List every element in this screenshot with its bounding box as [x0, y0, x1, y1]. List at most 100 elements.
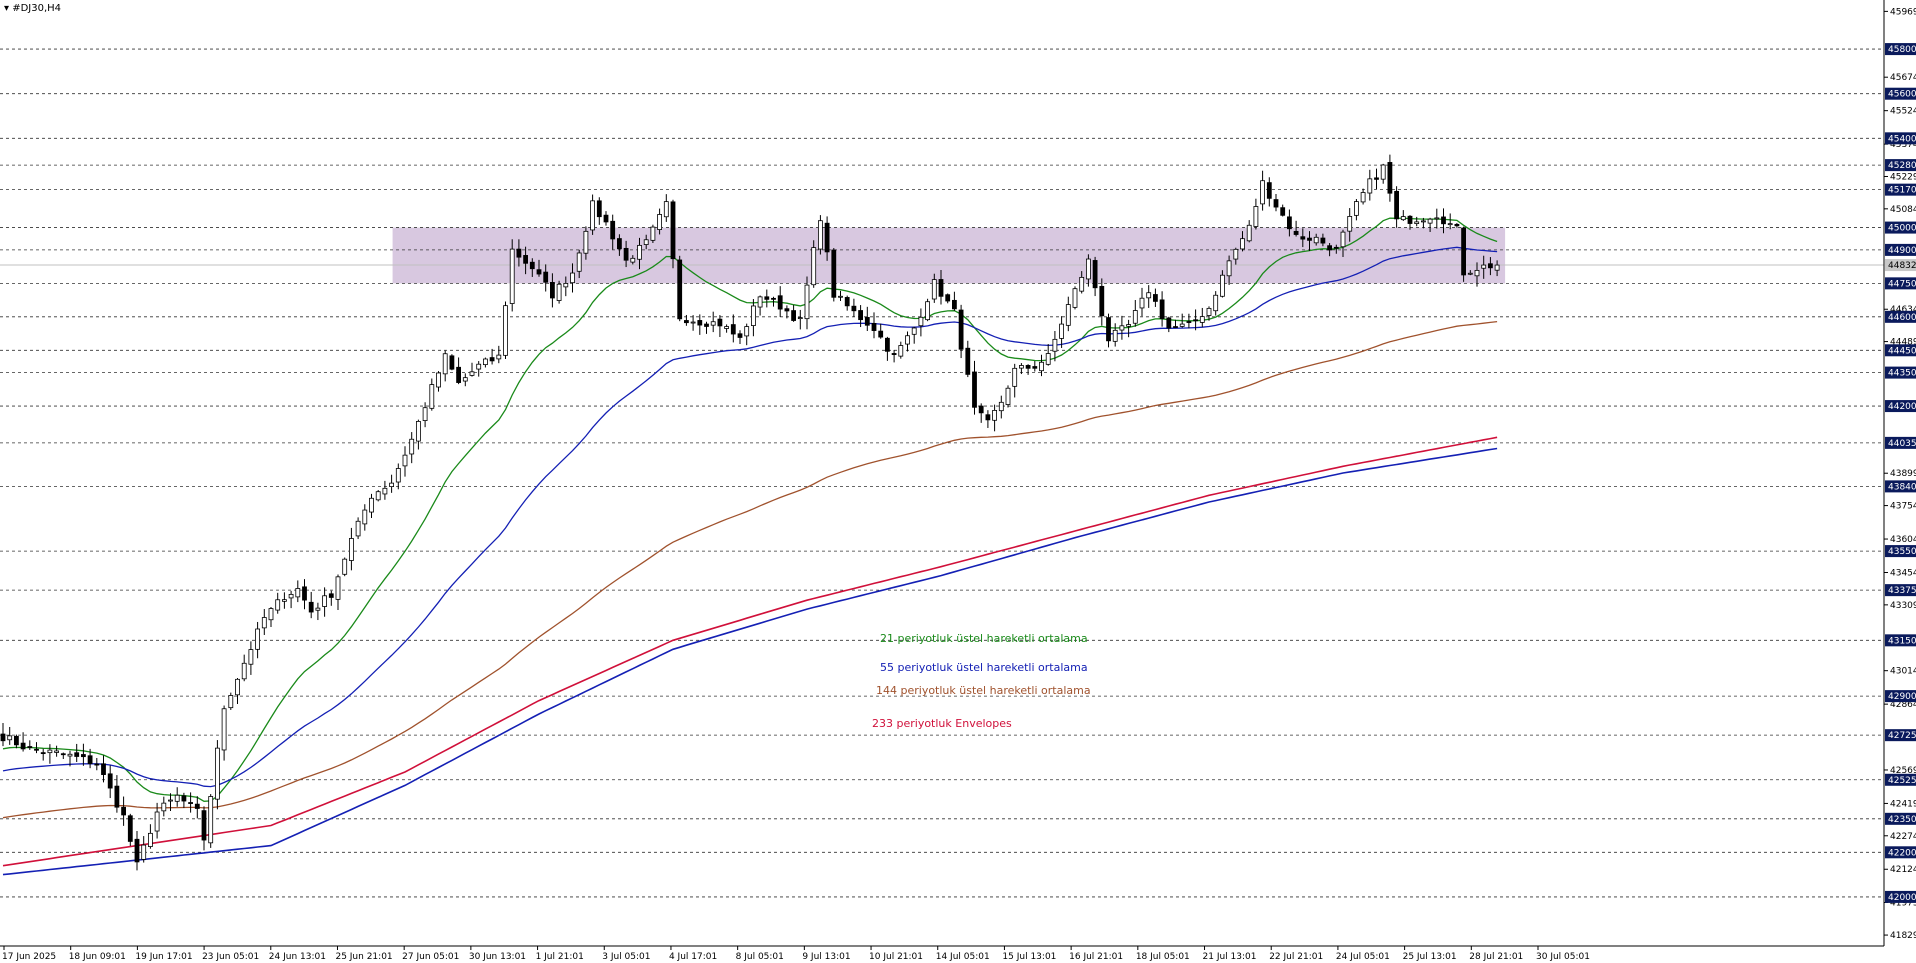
candle-body — [1374, 177, 1379, 180]
candle-body — [1494, 264, 1500, 271]
price-chart[interactable]: 4596945674455244537445229450844463444489… — [0, 0, 1916, 963]
candle-body — [1313, 236, 1319, 244]
candle-body — [188, 802, 194, 804]
candle-body — [482, 358, 488, 366]
candle-body — [891, 353, 897, 355]
candle-body — [1045, 353, 1051, 365]
candle-body — [181, 795, 187, 802]
candle-body — [1065, 304, 1071, 326]
candle-body — [1280, 207, 1286, 216]
candle-body — [261, 617, 267, 629]
candle-body — [1213, 294, 1219, 312]
candle-body — [523, 255, 528, 264]
candle-body — [127, 815, 133, 842]
price-tick-label: 45084 — [1890, 205, 1916, 215]
candle-body — [724, 326, 729, 329]
candle-body — [824, 222, 830, 253]
candle-body — [1387, 162, 1393, 194]
candle — [449, 354, 455, 371]
candle-body — [1327, 245, 1332, 251]
candle-body — [697, 320, 703, 326]
candle-body — [710, 321, 716, 326]
candle-body — [985, 414, 991, 421]
candle-body — [1266, 182, 1272, 199]
candle — [811, 240, 817, 288]
level-badge-label: 44600 — [1888, 313, 1916, 323]
level-badge-label: 44750 — [1888, 279, 1916, 289]
candle-body — [1233, 248, 1239, 260]
candle-body — [221, 708, 227, 751]
level-badge-label: 45280 — [1888, 161, 1916, 171]
candle-body — [1179, 323, 1185, 327]
candle-body — [60, 753, 66, 756]
candle-body — [1414, 221, 1420, 224]
candle-body — [1112, 329, 1118, 342]
time-tick-label: 4 Jul 17:01 — [669, 952, 717, 962]
candle-body — [1005, 387, 1011, 405]
symbol-title-text: #DJ30,H4 — [12, 3, 62, 14]
candle-body — [1320, 237, 1326, 244]
candle-body — [1481, 264, 1487, 269]
candle-body — [864, 317, 870, 326]
candle-body — [1347, 216, 1353, 232]
candle — [590, 194, 595, 235]
candle-body — [1246, 224, 1252, 242]
candle-body — [1139, 297, 1145, 309]
time-tick-label: 23 Jun 05:01 — [202, 952, 259, 962]
candle-body — [302, 586, 307, 601]
time-tick-label: 17 Jun 2025 — [2, 952, 56, 962]
candle — [556, 280, 562, 304]
candle — [127, 813, 133, 846]
level-badge-label: 44450 — [1888, 346, 1916, 356]
candle-body — [1380, 164, 1386, 180]
candle-body — [885, 337, 890, 352]
candle-body — [811, 247, 817, 286]
candle — [818, 215, 823, 255]
time-tick-label: 15 Jul 13:01 — [1002, 952, 1056, 962]
candle-body — [174, 794, 180, 802]
candle-body — [1132, 310, 1138, 324]
candle-body — [650, 226, 656, 241]
level-badge-label: 42725 — [1888, 731, 1916, 741]
time-tick-label: 14 Jul 05:01 — [936, 952, 990, 962]
candle-body — [248, 649, 254, 665]
candle-body — [1052, 338, 1058, 352]
candle-body — [764, 296, 770, 300]
time-tick-label: 30 Jun 13:01 — [469, 952, 526, 962]
candle-body — [27, 746, 33, 749]
candle-body — [730, 324, 736, 335]
candle-body — [603, 214, 609, 223]
candle-body — [617, 238, 622, 250]
candle-body — [13, 735, 19, 746]
level-badge-label: 45000 — [1888, 224, 1916, 234]
candle-body — [1146, 292, 1152, 299]
candle-body — [1126, 324, 1131, 327]
candle-body — [415, 421, 421, 442]
candle-body — [1474, 269, 1480, 277]
candle-body — [0, 733, 6, 742]
time-tick-label: 16 Jul 21:01 — [1069, 952, 1123, 962]
candle-body — [684, 320, 689, 324]
candle-body — [87, 755, 93, 764]
candle-body — [952, 299, 957, 310]
candle-body — [275, 599, 281, 611]
candle-body — [322, 595, 328, 607]
candle-body — [1454, 223, 1460, 227]
candle-body — [1407, 215, 1413, 224]
candle — [214, 740, 220, 810]
candle-body — [1340, 231, 1346, 248]
level-badge-label: 45600 — [1888, 90, 1916, 100]
candle-body — [1461, 227, 1466, 276]
candle-body — [1333, 246, 1339, 249]
candle-body — [630, 257, 636, 263]
time-tick-label: 30 Jul 05:01 — [1536, 952, 1590, 962]
candle-body — [704, 323, 709, 327]
legend-ema21: 21 periyotluk üstel hareketli ortalama — [880, 632, 1088, 645]
time-tick-label: 22 Jul 21:01 — [1269, 952, 1323, 962]
candle-body — [429, 384, 435, 409]
candle-body — [342, 558, 348, 575]
level-badge-label: 42200 — [1888, 848, 1916, 858]
candle-body — [1220, 274, 1225, 297]
candle-body — [1193, 319, 1198, 322]
candle-body — [1260, 180, 1265, 205]
